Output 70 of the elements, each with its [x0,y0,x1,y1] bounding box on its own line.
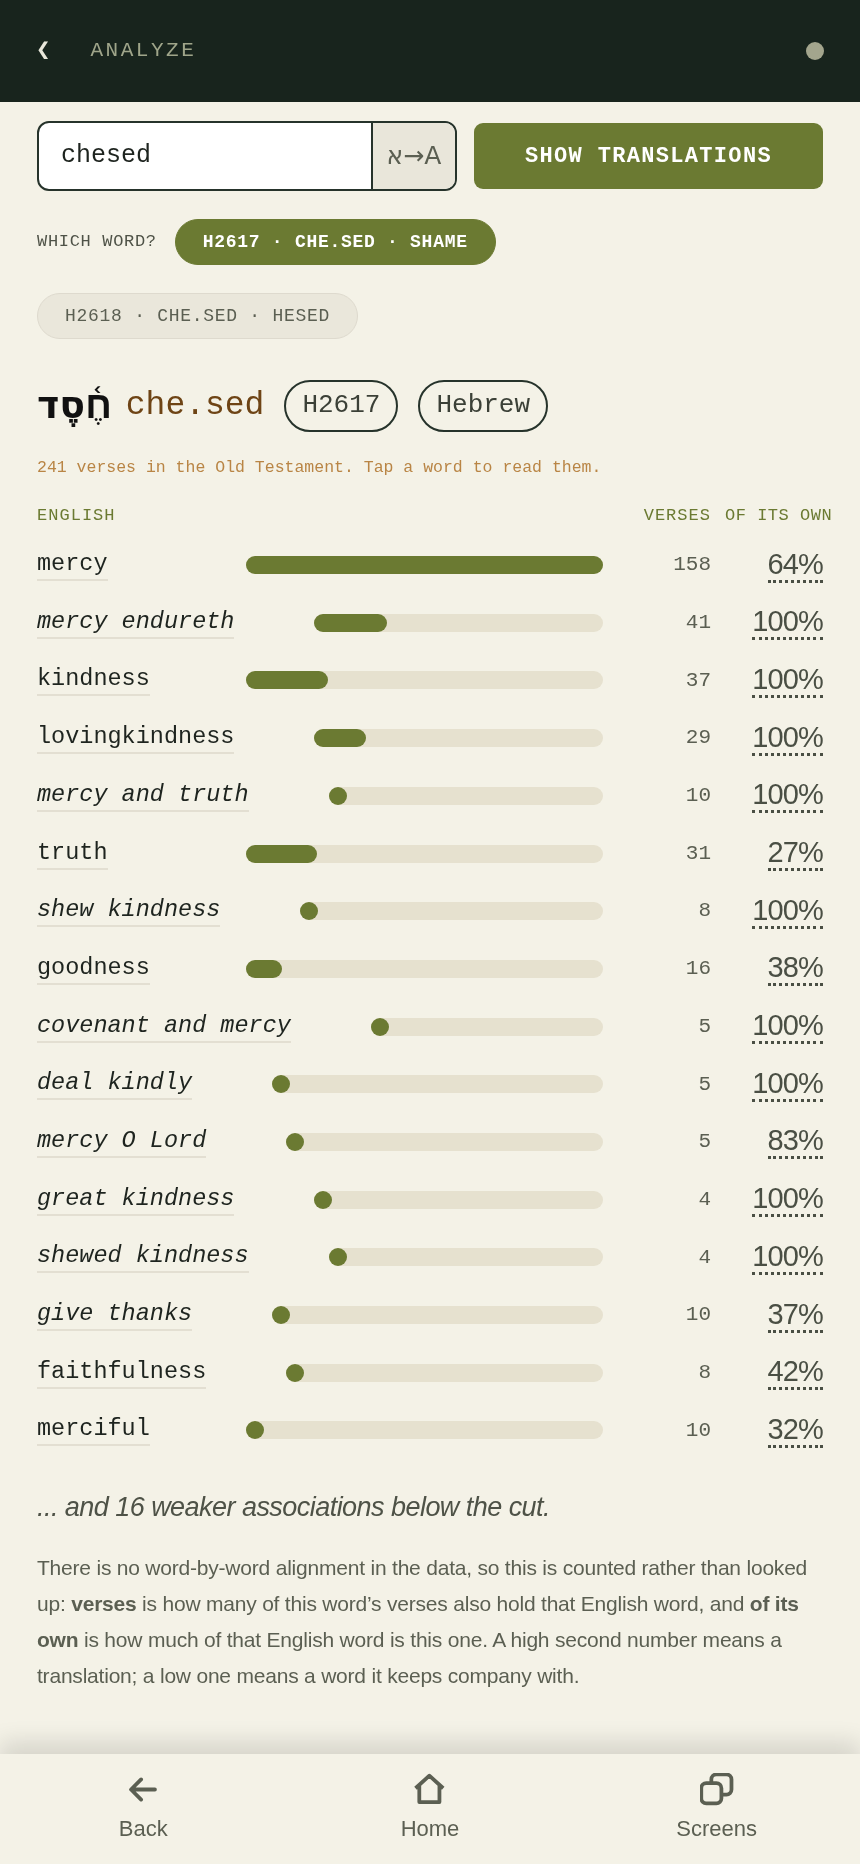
own-percent-link[interactable]: 37% [767,1297,823,1333]
verse-count: 10 [685,1302,711,1329]
own-percent-link[interactable]: 100% [752,893,823,929]
nav-tab[interactable]: Back [0,1754,287,1864]
word-tag: H2617 [284,379,399,432]
verse-count: 37 [685,667,711,694]
english-word-link[interactable]: shew kindness [37,895,221,928]
english-word-link[interactable]: covenant and mercy [37,1010,291,1043]
own-percent-link[interactable]: 32% [767,1412,823,1448]
transliteration: che.sed [125,385,265,426]
english-word-link[interactable]: lovingkindness [37,722,235,755]
verse-count: 10 [685,1417,711,1444]
script-toggle-button[interactable]: א→A [371,123,455,189]
column-header: VERSES [643,504,711,527]
word-option-chip[interactable]: H2618 · CHE.SED · HESED [37,293,358,339]
english-word-link[interactable]: deal kindly [37,1068,193,1101]
summary-text: 241 verses in the Old Testament. Tap a word to read them. [37,457,603,479]
verse-count: 41 [685,610,711,637]
verse-count: 29 [685,725,711,752]
verse-count: 4 [698,1244,711,1271]
english-word-link[interactable]: mercy endureth [37,606,235,639]
english-word-link[interactable]: merciful [37,1414,150,1447]
word-option-chip[interactable]: H2617 · CHE.SED · SHAME [174,219,496,265]
verse-count: 5 [698,1013,711,1040]
english-word-link[interactable]: mercy [37,549,108,582]
verse-count: 5 [698,1071,711,1098]
english-word-link[interactable]: kindness [37,664,150,697]
english-word-link[interactable]: mercy and truth [37,779,249,812]
own-percent-link[interactable]: 100% [752,605,823,641]
which-word-label: WHICH WORD? [37,231,157,254]
verse-count: 16 [685,956,711,983]
english-word-link[interactable]: mercy O Lord [37,1125,207,1158]
own-percent-link[interactable]: 27% [767,836,823,872]
english-word-link[interactable]: give thanks [37,1299,193,1332]
verse-count: 158 [673,552,711,579]
nav-tab[interactable]: Screens [573,1754,860,1864]
own-percent-link[interactable]: 100% [752,778,823,814]
more-associations-note: ... and 16 weaker associations below the cut. [37,1491,551,1525]
explanation-text: There is no word-by-word alignment in the data, so this is counted rather than looked up: verses is how many of this word’s verses also hold that English word, and of its own is how much of that English word is this one. A high second number means a translation; a low one means a word it keeps company with. [37,1554,809,1689]
verse-count: 8 [698,898,711,925]
own-percent-link[interactable]: 100% [752,720,823,756]
verse-count: 8 [698,1359,711,1386]
column-header: OF ITS OWN [725,504,833,527]
own-percent-link[interactable]: 100% [752,1066,823,1102]
nav-tab[interactable]: Home [286,1754,574,1864]
english-word-link[interactable]: faithfulness [37,1356,207,1389]
english-word-link[interactable]: truth [37,837,108,870]
own-percent-link[interactable]: 100% [752,1009,823,1045]
english-word-link[interactable]: shewed kindness [37,1241,249,1274]
screen-title: ANALYZE [90,38,197,65]
own-percent-link[interactable]: 100% [752,662,823,698]
word-tag: Hebrew [418,379,549,432]
english-word-link[interactable]: great kindness [37,1183,235,1216]
column-header: ENGLISH [37,504,117,527]
hebrew-word: חֶ֫סֶד [37,382,112,429]
own-percent-link[interactable]: 83% [767,1124,823,1160]
own-percent-link[interactable]: 38% [767,951,823,987]
verse-count: 10 [685,783,711,810]
overlapping-squares-icon [699,1773,734,1806]
show-translations-button[interactable]: SHOW TRANSLATIONS [474,123,823,189]
own-percent-link[interactable]: 42% [767,1355,823,1391]
back-button[interactable]: ❮ [36,33,51,69]
own-percent-link[interactable]: 100% [752,1182,823,1218]
home-icon [413,1773,447,1806]
english-word-link[interactable]: goodness [37,952,150,985]
own-percent-link[interactable]: 100% [752,1239,823,1275]
own-percent-link[interactable]: 64% [767,547,823,583]
verse-count: 5 [698,1129,711,1156]
verse-count: 4 [698,1186,711,1213]
verse-count: 31 [685,840,711,867]
